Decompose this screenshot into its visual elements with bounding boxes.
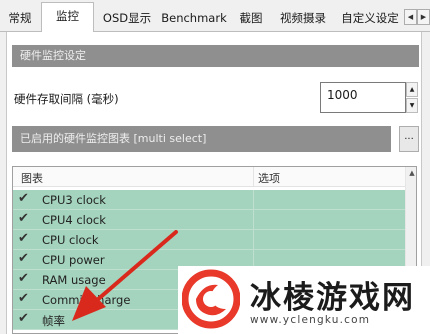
checkmark-icon: ✔ xyxy=(18,231,29,246)
browse-button[interactable]: ... xyxy=(399,126,419,152)
column-header-graph[interactable]: 图表 xyxy=(21,170,43,186)
watermark-url: www.yclengku.com xyxy=(250,314,371,326)
watermark-logo-icon xyxy=(182,269,240,329)
poll-interval-input[interactable]: 1000 xyxy=(320,82,406,113)
tab-strip: 常规 监控 OSD显示 Benchmark 截图 视频摄录 自定义设定 ◀ ▶ xyxy=(0,0,430,33)
tab-scroll-left-button[interactable]: ◀ xyxy=(404,9,417,25)
list-item-label: CPU3 clock xyxy=(42,193,106,207)
checkmark-icon: ✔ xyxy=(18,311,29,326)
column-divider xyxy=(253,210,254,230)
list-item-label: 帧率 xyxy=(42,314,65,328)
tab-benchmark[interactable]: Benchmark xyxy=(158,4,230,32)
list-item[interactable]: ✔ CPU3 clock xyxy=(13,190,405,210)
checkmark-icon: ✔ xyxy=(18,251,29,266)
tab-osd[interactable]: OSD显示 xyxy=(96,4,158,32)
list-item[interactable]: ✔ CPU clock xyxy=(13,230,405,250)
tab-screenshot[interactable]: 截图 xyxy=(231,4,271,32)
checkmark-icon: ✔ xyxy=(18,291,29,306)
list-item-label: RAM usage xyxy=(42,273,106,287)
column-divider xyxy=(253,230,254,250)
poll-interval-label: 硬件存取间隔 (毫秒) xyxy=(14,92,119,106)
list-item[interactable]: ✔ CPU4 clock xyxy=(13,210,405,230)
column-divider xyxy=(253,167,254,187)
spin-down-button[interactable]: ▼ xyxy=(406,98,418,113)
section-header-hardware-monitor: 硬件监控设定 xyxy=(12,45,419,67)
tab-general[interactable]: 常规 xyxy=(0,4,40,32)
scroll-up-icon[interactable]: ▲ xyxy=(406,169,416,181)
column-header-options[interactable]: 选项 xyxy=(258,170,280,186)
list-item-label: CPU4 clock xyxy=(42,213,106,227)
checkmark-icon: ✔ xyxy=(18,271,29,286)
list-header: 图表 选项 xyxy=(13,167,405,187)
tab-scroll-right-button[interactable]: ▶ xyxy=(417,9,430,25)
tab-video-capture[interactable]: 视频摄录 xyxy=(272,4,334,32)
column-divider xyxy=(253,190,254,210)
section-header-enabled-graphs: 已启用的硬件监控图表 [multi select] xyxy=(12,126,391,152)
checkmark-icon: ✔ xyxy=(18,211,29,226)
checkmark-icon: ✔ xyxy=(18,191,29,206)
watermark-title: 冰棱游戏网 xyxy=(250,280,415,316)
list-item-label: Commit charge xyxy=(42,293,131,307)
list-item-label: CPU clock xyxy=(42,233,99,247)
tab-custom-settings[interactable]: 自定义设定 xyxy=(335,4,405,32)
spin-up-button[interactable]: ▲ xyxy=(406,82,418,97)
list-item-label: CPU power xyxy=(42,253,105,267)
tab-monitoring[interactable]: 监控 xyxy=(41,2,94,33)
